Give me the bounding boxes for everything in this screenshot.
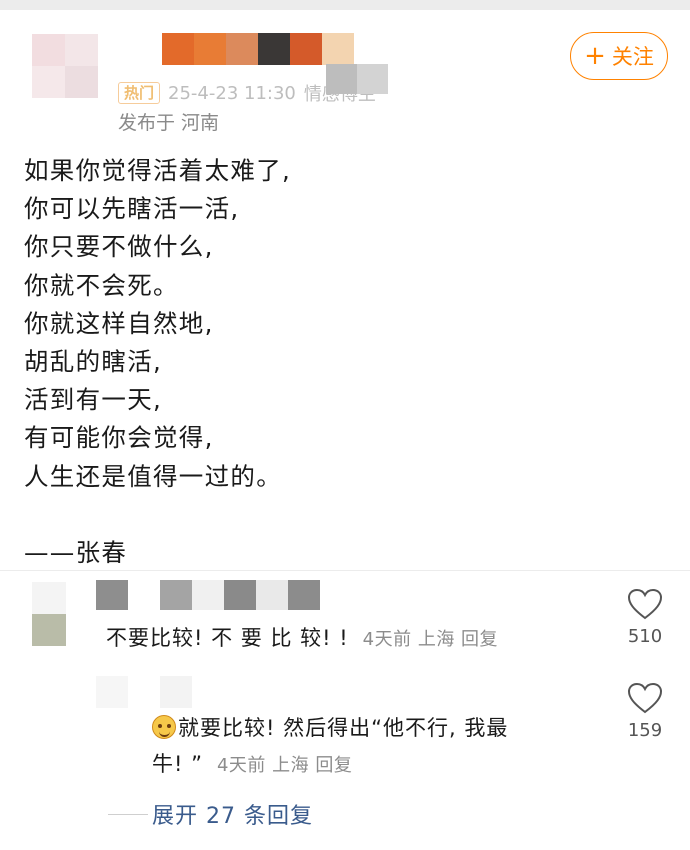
post-line: 胡乱的瞎活, [24,347,163,377]
laughing-face-icon [152,715,176,739]
post-line: 人生还是值得一过的。 [24,461,282,491]
post-line: 你就这样自然地, [24,308,214,338]
post-timestamp: 25-4-23 11:30 [168,82,296,104]
like-button[interactable]: 510 [620,588,670,647]
post-line: 你只要不做什么, [24,232,214,262]
reply-text: 就要比较! 然后得出“他不行, 我最 牛! ” 4天前 上海 回复 [152,710,612,784]
post-body: 如果你觉得活着太难了, 你可以先瞎活一活, 你只要不做什么, 你就不会死。 你就… [24,152,624,572]
author-name-pixelated[interactable] [162,33,354,65]
comment-meta[interactable]: 4天前 上海 回复 [363,629,498,650]
like-count: 510 [627,626,663,647]
like-button[interactable]: 159 [620,682,670,741]
post-location: 发布于 河南 [118,112,220,134]
commenter-avatar[interactable] [32,582,66,646]
reply-avatar-pixelated[interactable] [96,676,196,708]
post-line: 如果你觉得活着太难了, [24,156,292,185]
hot-badge: 热门 [118,82,161,104]
follow-label: 关注 [611,45,654,69]
post-signature: ——张春 [24,538,128,568]
heart-icon [627,682,663,714]
reply-meta[interactable]: 4天前 上海 回复 [217,755,352,776]
follow-button[interactable]: + 关注 [570,32,668,80]
commenter-name-pixelated[interactable] [96,580,320,610]
expand-replies-link[interactable]: 展开 27 条回复 [152,798,313,830]
post-line: 有可能你会觉得, [24,423,214,453]
post-line: 你可以先瞎活一活, [24,194,240,224]
meta-pixelated [326,64,388,94]
plus-icon: + [584,41,606,71]
heart-icon [627,588,663,620]
comment-text: 不要比较! 不 要 比 较! ! 4天前 上海 回复 [106,620,498,658]
post-line: 活到有一天, [24,385,163,415]
like-count: 159 [627,720,663,741]
author-avatar[interactable] [32,34,98,98]
comment-body: 不要比较! 不 要 比 较! ! [106,626,349,650]
post-line: 你就不会死。 [24,270,179,300]
top-status-strip [0,0,690,10]
reply-body-line2: 牛! ” [152,752,203,776]
expand-divider [108,814,148,815]
divider [0,570,690,571]
post-blank-line [24,496,624,534]
reply-body-line1: 就要比较! 然后得出“他不行, 我最 [178,716,509,740]
